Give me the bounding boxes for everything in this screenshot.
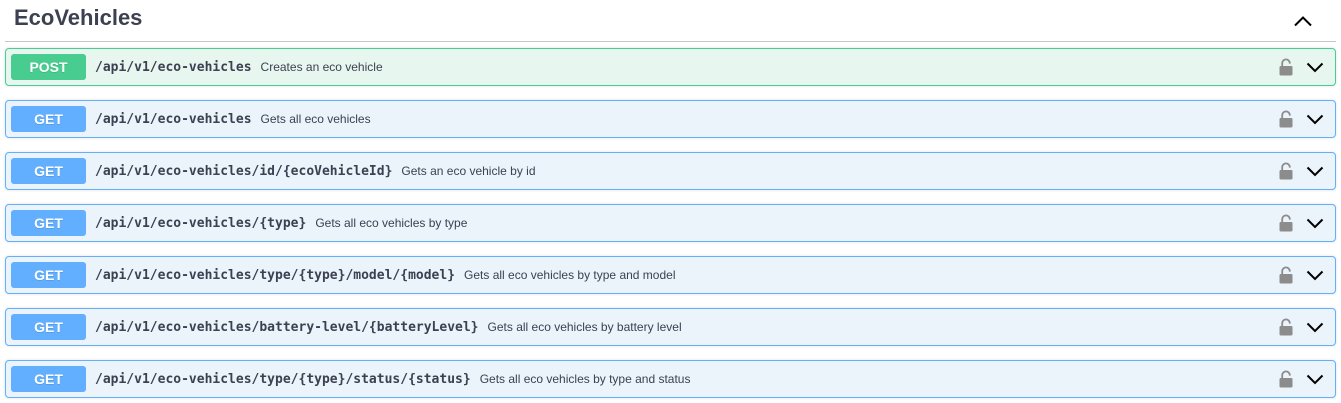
endpoint-summary: Creates an eco vehicle [260,60,383,74]
operations-tag-section: EcoVehicles POST /api/v1/eco-vehicles Cr… [0,0,1341,403]
method-badge: GET [11,210,86,236]
opblock-get-eco-vehicles-by-type[interactable]: GET /api/v1/eco-vehicles/{type} Gets all… [5,204,1336,242]
opblock-post-eco-vehicles[interactable]: POST /api/v1/eco-vehicles Creates an eco… [5,48,1336,86]
method-badge: GET [11,314,86,340]
chevron-up-icon [1294,15,1312,26]
lock-icon [1279,318,1293,336]
endpoint-path: /api/v1/eco-vehicles [95,111,252,127]
authorize-lock-button[interactable] [1275,107,1297,131]
endpoint-path: /api/v1/eco-vehicles/id/{ecoVehicleId} [95,163,393,179]
endpoint-summary: Gets all eco vehicles by type and status [479,372,691,386]
authorize-lock-button[interactable] [1275,367,1297,391]
opblock-get-eco-vehicles[interactable]: GET /api/v1/eco-vehicles Gets all eco ve… [5,100,1336,138]
opblock-get-eco-vehicle-by-id[interactable]: GET /api/v1/eco-vehicles/id/{ecoVehicleI… [5,152,1336,190]
endpoint-summary: Gets an eco vehicle by id [401,164,536,178]
operations-list: POST /api/v1/eco-vehicles Creates an eco… [5,48,1336,398]
chevron-down-icon [1306,166,1324,176]
tag-header[interactable]: EcoVehicles [5,0,1336,42]
chevron-down-icon [1306,62,1324,72]
chevron-down-icon [1306,114,1324,124]
opblock-get-eco-vehicles-by-battery-level[interactable]: GET /api/v1/eco-vehicles/battery-level/{… [5,308,1336,346]
expand-operation-button[interactable] [1301,211,1329,235]
authorize-lock-button[interactable] [1275,315,1297,339]
endpoint-path: /api/v1/eco-vehicles/type/{type}/model/{… [95,267,456,283]
method-badge: GET [11,158,86,184]
endpoint-path: /api/v1/eco-vehicles/type/{type}/status/… [95,371,471,387]
collapse-tag-button[interactable] [1283,3,1323,39]
expand-operation-button[interactable] [1301,315,1329,339]
authorize-lock-button[interactable] [1275,211,1297,235]
expand-operation-button[interactable] [1301,367,1329,391]
lock-icon [1279,214,1293,232]
chevron-down-icon [1306,270,1324,280]
expand-operation-button[interactable] [1301,263,1329,287]
endpoint-summary: Gets all eco vehicles by battery level [487,320,682,334]
opblock-get-eco-vehicles-by-type-and-model[interactable]: GET /api/v1/eco-vehicles/type/{type}/mod… [5,256,1336,294]
expand-operation-button[interactable] [1301,159,1329,183]
lock-icon [1279,162,1293,180]
chevron-down-icon [1306,374,1324,384]
endpoint-summary: Gets all eco vehicles [260,112,371,126]
method-badge: GET [11,106,86,132]
method-badge: GET [11,262,86,288]
method-badge: GET [11,366,86,392]
lock-icon [1279,58,1293,76]
expand-operation-button[interactable] [1301,107,1329,131]
endpoint-summary: Gets all eco vehicles by type and model [464,268,676,282]
method-badge: POST [11,54,86,80]
endpoint-path: /api/v1/eco-vehicles/{type} [95,215,307,231]
lock-icon [1279,370,1293,388]
chevron-down-icon [1306,322,1324,332]
endpoint-summary: Gets all eco vehicles by type [315,216,468,230]
endpoint-path: /api/v1/eco-vehicles/battery-level/{batt… [95,319,479,335]
expand-operation-button[interactable] [1301,55,1329,79]
chevron-down-icon [1306,218,1324,228]
authorize-lock-button[interactable] [1275,159,1297,183]
lock-icon [1279,110,1293,128]
lock-icon [1279,266,1293,284]
opblock-get-eco-vehicles-by-type-and-status[interactable]: GET /api/v1/eco-vehicles/type/{type}/sta… [5,360,1336,398]
tag-title[interactable]: EcoVehicles [5,6,142,29]
authorize-lock-button[interactable] [1275,263,1297,287]
endpoint-path: /api/v1/eco-vehicles [95,59,252,75]
authorize-lock-button[interactable] [1275,55,1297,79]
